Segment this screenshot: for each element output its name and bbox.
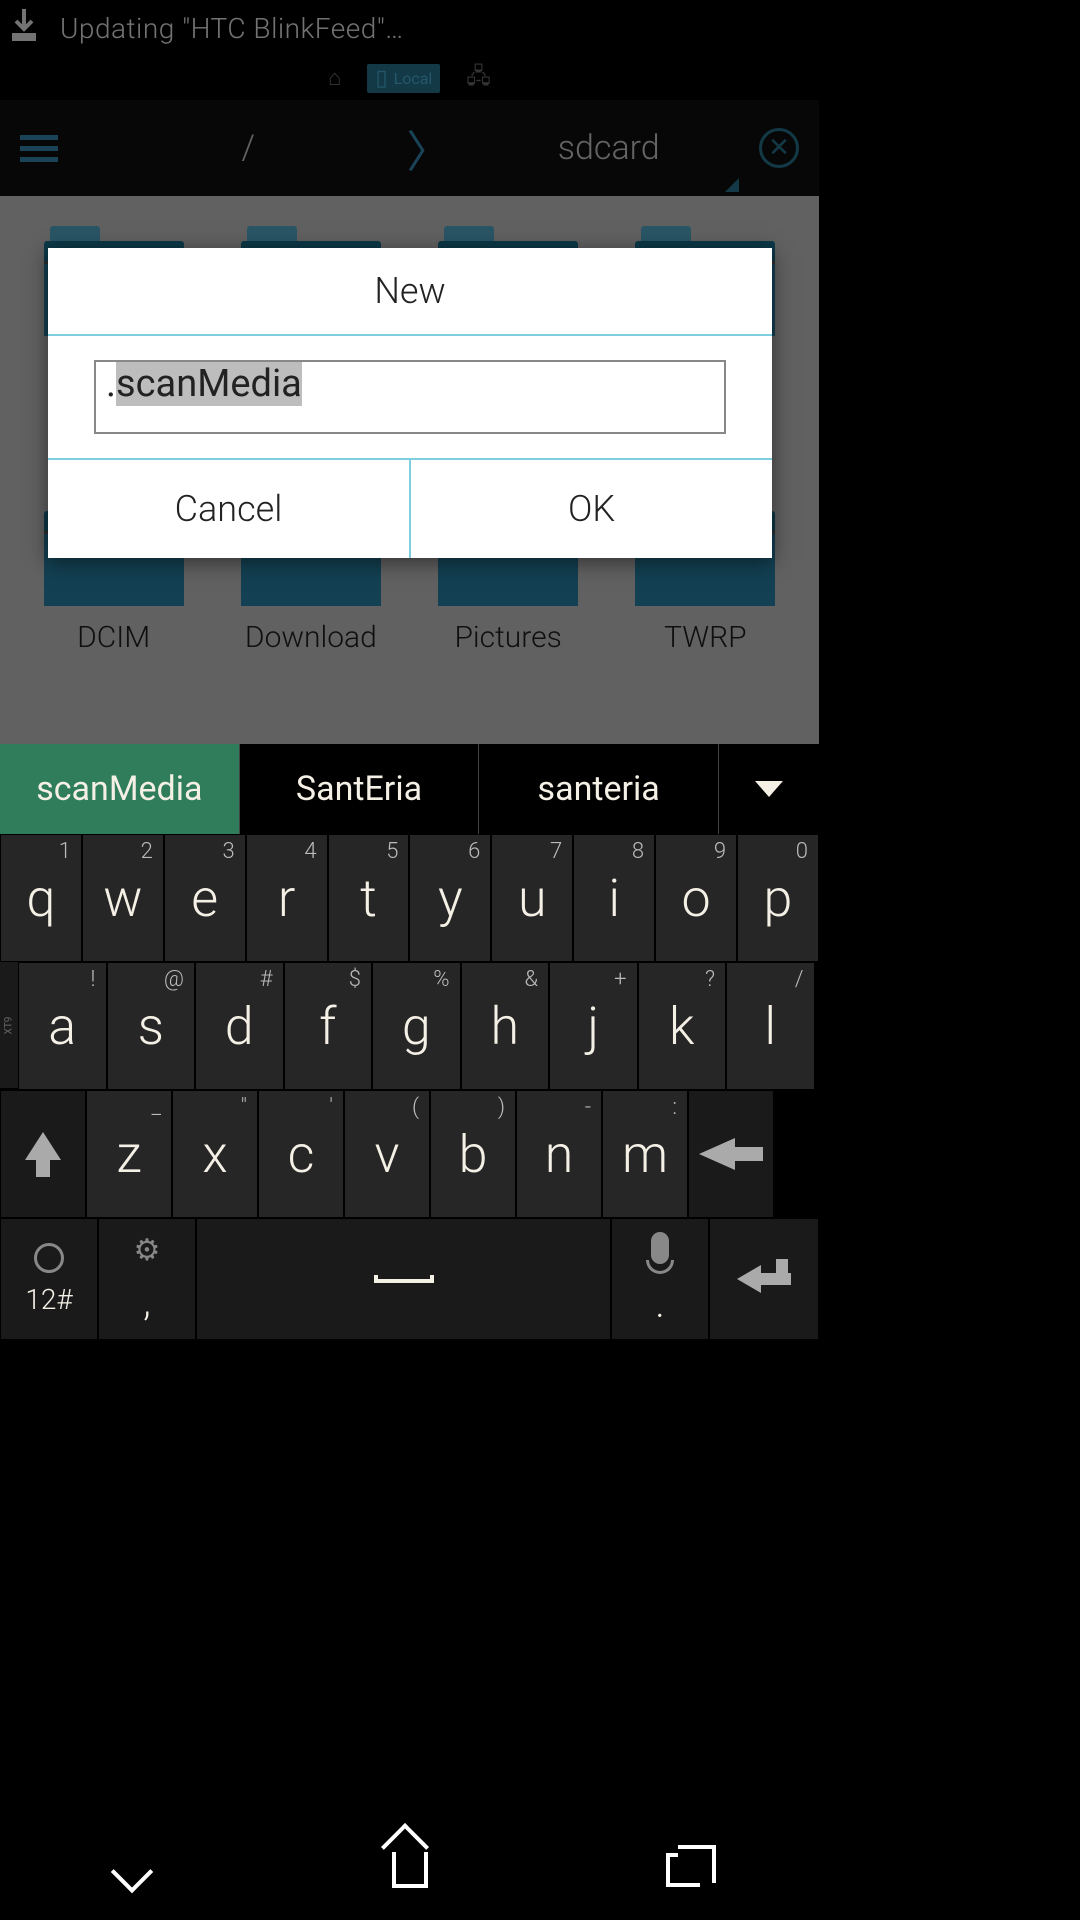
recent-icon (666, 1853, 700, 1887)
shift-key[interactable] (1, 1091, 85, 1217)
suggestion-item[interactable]: SantEria (240, 744, 480, 834)
comma-key[interactable]: ⚙ , (99, 1219, 195, 1339)
folder-label: Pictures (454, 620, 561, 655)
backspace-key[interactable] (689, 1091, 773, 1217)
tab-network[interactable]: 🖧 (458, 57, 499, 99)
status-bar: Updating "HTC BlinkFeed"… (0, 0, 819, 56)
emoji-number-key[interactable]: 12# (1, 1219, 97, 1339)
key-e[interactable]: 3e (165, 835, 245, 961)
folder-label: TWRP (664, 620, 747, 655)
key-k[interactable]: ?k (639, 963, 726, 1089)
home-icon (392, 1852, 428, 1888)
path-bar: / 〉 sdcard ✕ (0, 100, 819, 196)
mic-period-key[interactable]: . (612, 1219, 708, 1339)
key-l[interactable]: /l (727, 963, 814, 1089)
shift-icon (25, 1132, 61, 1160)
key-o[interactable]: 9o (656, 835, 736, 961)
key-y[interactable]: 6y (410, 835, 490, 961)
mic-icon (646, 1232, 674, 1274)
filename-input[interactable]: .scanMedia (94, 360, 726, 434)
backspace-icon (699, 1138, 763, 1170)
emoji-icon (34, 1243, 64, 1273)
status-text: Updating "HTC BlinkFeed"… (60, 12, 404, 45)
key-j[interactable]: +j (550, 963, 637, 1089)
key-t[interactable]: 5t (329, 835, 409, 961)
home-icon: ⌂ (328, 65, 341, 91)
tab-home[interactable]: ⌂ (320, 63, 349, 93)
key-s[interactable]: @s (108, 963, 195, 1089)
keyboard: 1q2w3e4r5t6y7u8i9o0p XT9!a@s#d$f%g&h+j?k… (0, 834, 819, 1340)
path-current[interactable]: sdcard (459, 128, 760, 168)
key-d[interactable]: #d (196, 963, 283, 1089)
key-a[interactable]: !a (19, 963, 106, 1089)
key-z[interactable]: _z (87, 1091, 171, 1217)
cancel-button[interactable]: Cancel (48, 460, 411, 558)
enter-key[interactable] (710, 1219, 818, 1339)
location-tabs: ⌂ ▯ Local 🖧 (0, 56, 819, 100)
menu-icon[interactable] (20, 135, 58, 162)
tab-local[interactable]: ▯ Local (367, 64, 440, 93)
suggestion-more[interactable] (719, 744, 819, 834)
key-n[interactable]: -n (517, 1091, 601, 1217)
key-u[interactable]: 7u (492, 835, 572, 961)
dialog-title: New (48, 248, 772, 336)
xt9-label: XT9 (0, 962, 18, 1088)
new-dialog: New .scanMedia Cancel OK (48, 248, 772, 558)
suggestion-primary[interactable]: scanMedia (0, 744, 240, 834)
key-m[interactable]: :m (603, 1091, 687, 1217)
nav-back-button[interactable] (119, 1859, 155, 1881)
chevron-right-icon: 〉 (399, 116, 459, 180)
key-v[interactable]: (v (345, 1091, 429, 1217)
ok-button[interactable]: OK (411, 460, 772, 558)
nav-recent-button[interactable] (666, 1853, 700, 1887)
close-icon[interactable]: ✕ (759, 128, 799, 168)
number-mode-label: 12# (25, 1283, 72, 1316)
navigation-bar (0, 1820, 819, 1920)
chevron-down-icon (119, 1859, 155, 1881)
key-b[interactable]: )b (431, 1091, 515, 1217)
space-icon (374, 1275, 434, 1283)
folder-label: DCIM (77, 620, 150, 655)
space-key[interactable] (197, 1219, 610, 1339)
key-p[interactable]: 0p (738, 835, 818, 961)
suggestion-item[interactable]: santeria (479, 744, 719, 834)
device-icon: ▯ (375, 66, 387, 91)
key-i[interactable]: 8i (574, 835, 654, 961)
gear-icon: ⚙ (134, 1233, 161, 1268)
dropdown-icon[interactable] (725, 178, 739, 192)
key-g[interactable]: %g (373, 963, 460, 1089)
key-f[interactable]: $f (285, 963, 372, 1089)
tab-local-label: Local (394, 69, 433, 88)
key-q[interactable]: 1q (1, 835, 81, 961)
key-c[interactable]: 'c (259, 1091, 343, 1217)
key-w[interactable]: 2w (83, 835, 163, 961)
folder-label: Download (245, 620, 377, 655)
nav-home-button[interactable] (392, 1852, 428, 1888)
path-root[interactable]: / (98, 128, 399, 168)
key-x[interactable]: "x (173, 1091, 257, 1217)
key-h[interactable]: &h (462, 963, 549, 1089)
network-icon: 🖧 (466, 59, 491, 97)
chevron-down-icon (755, 781, 783, 797)
download-icon (10, 9, 38, 48)
suggestion-strip: scanMedia SantEria santeria (0, 744, 819, 834)
key-r[interactable]: 4r (247, 835, 327, 961)
